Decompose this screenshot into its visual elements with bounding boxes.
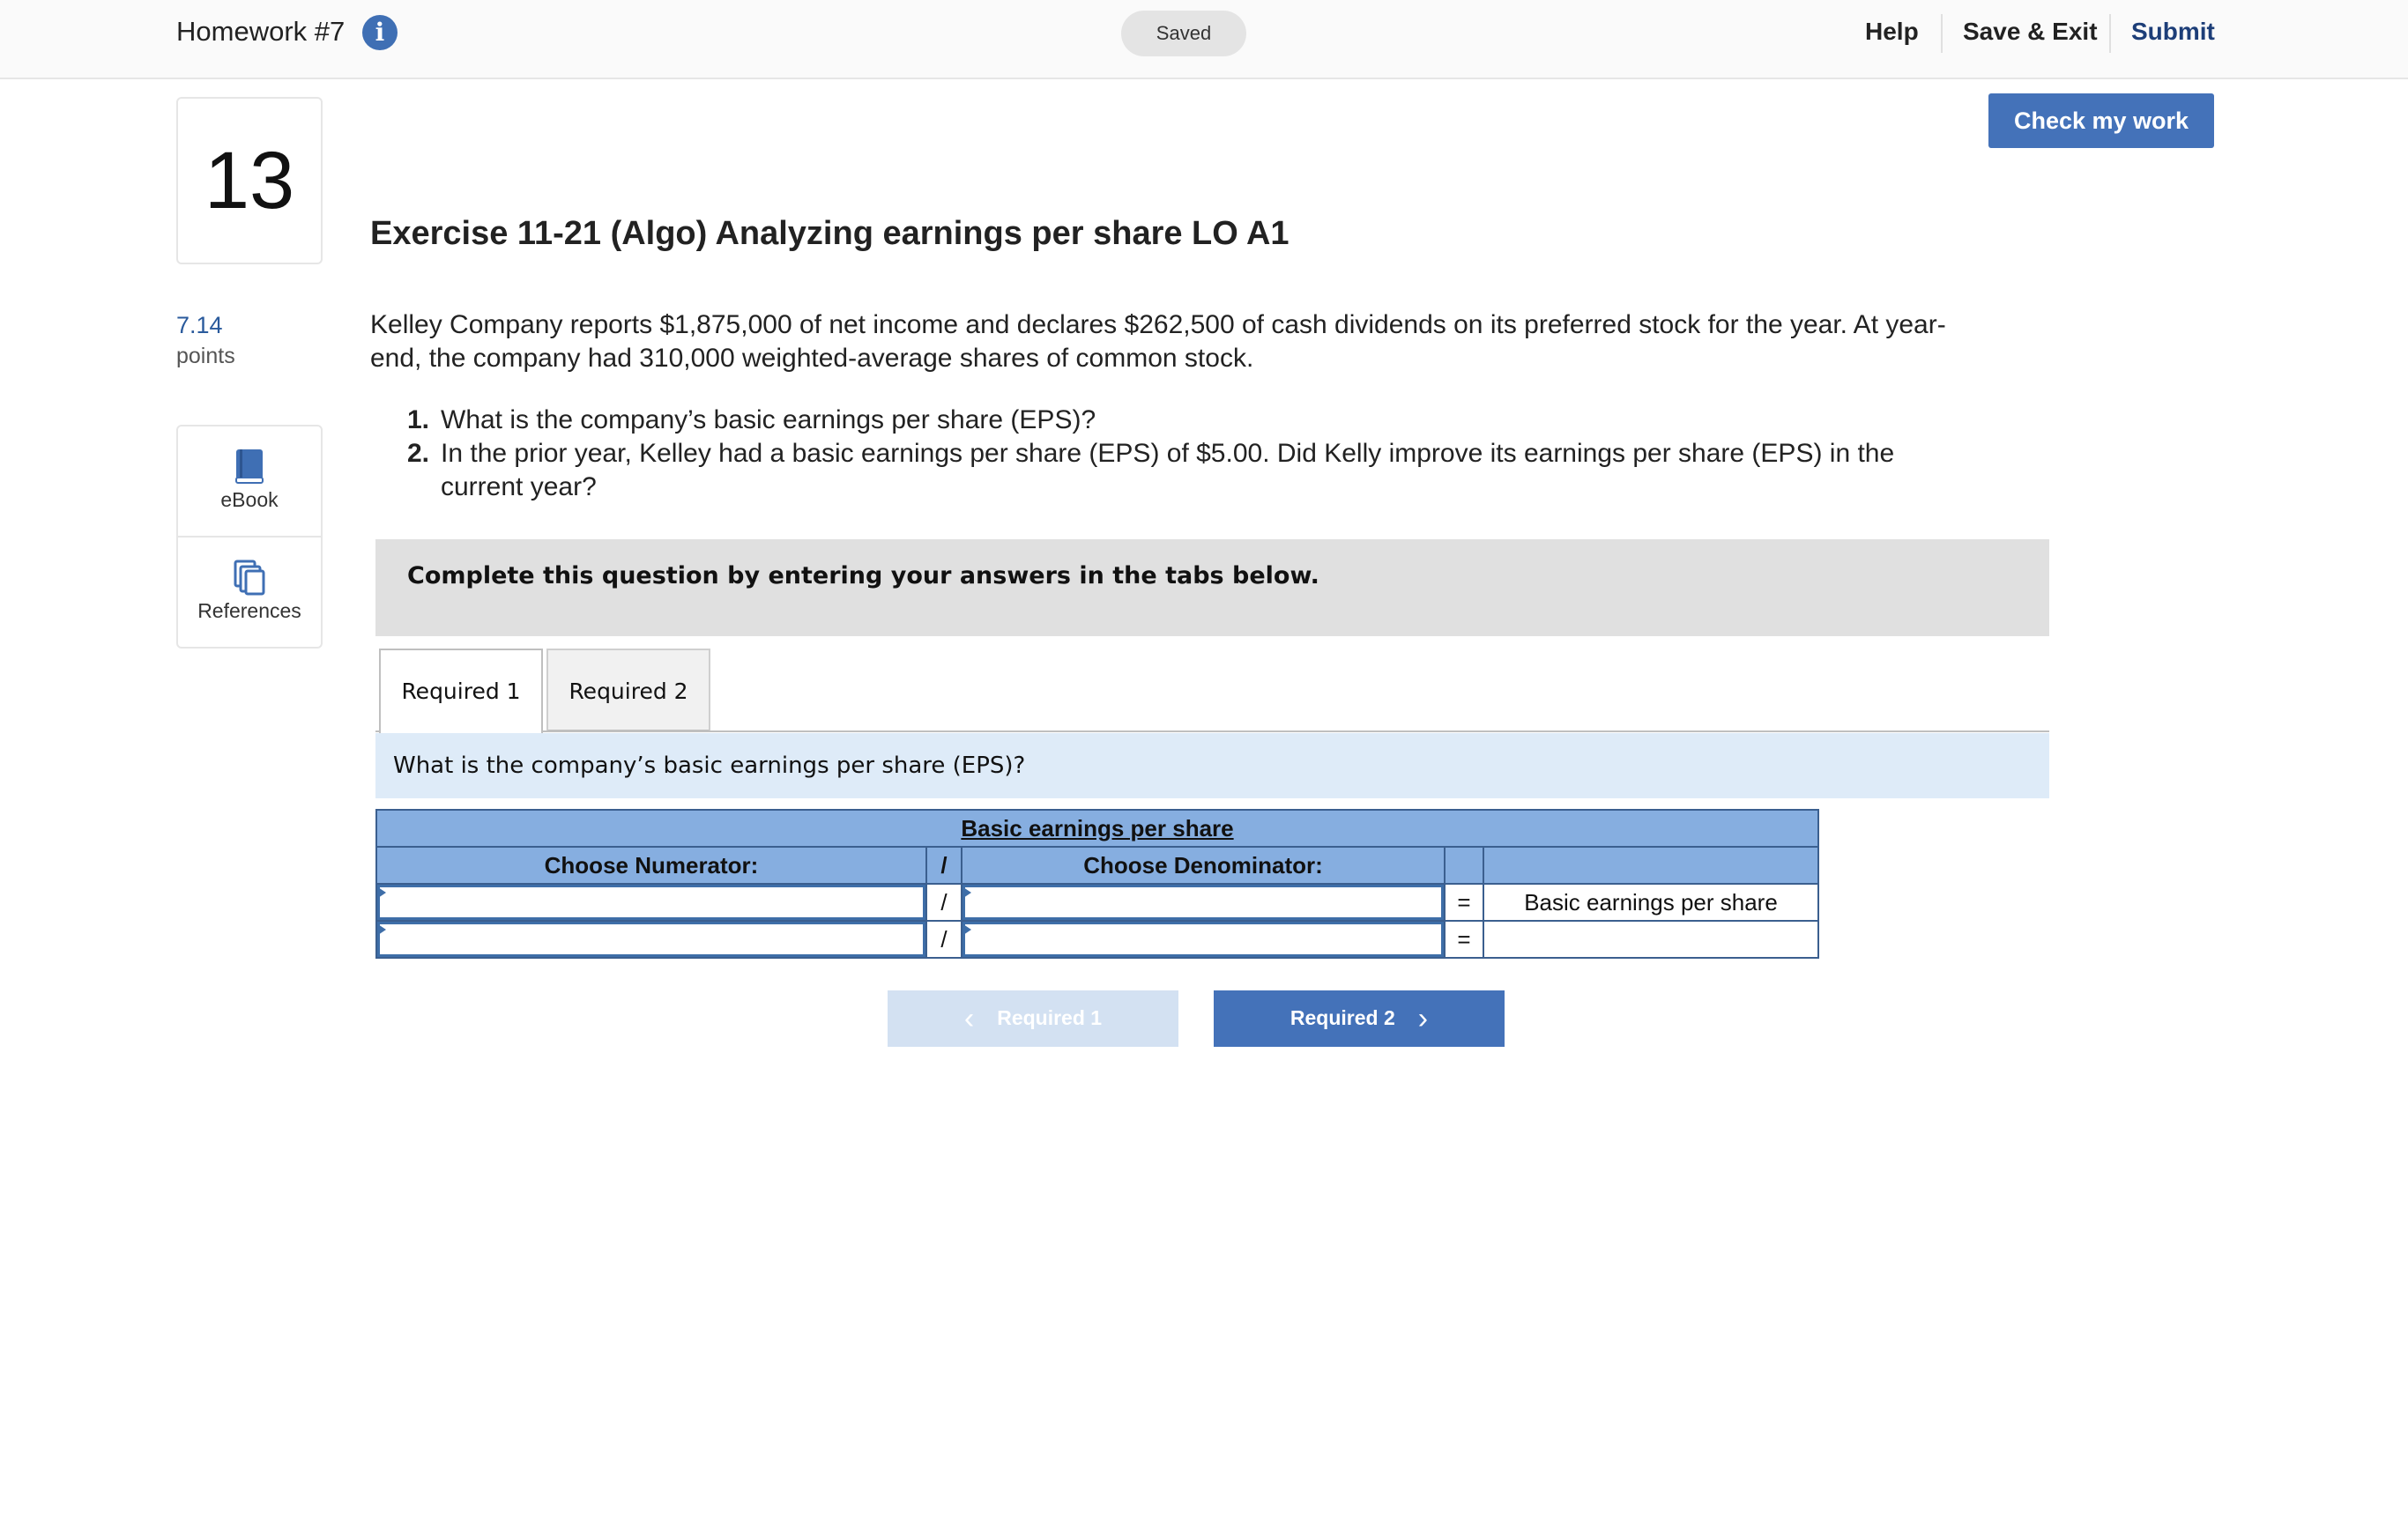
assignment-title: Homework #7 — [176, 16, 346, 47]
question-text: In the prior year, Kelley had a basic ea… — [441, 439, 1895, 501]
result-header — [1483, 846, 1819, 885]
next-required-label: Required 2 — [1289, 1005, 1395, 1029]
ebook-button[interactable]: eBook — [178, 426, 321, 538]
question-number: 13 — [176, 97, 323, 264]
chevron-left-icon: ‹ — [963, 1001, 975, 1035]
references-label: References — [197, 599, 301, 622]
save-exit-link[interactable]: Save & Exit — [1963, 16, 2098, 48]
references-button[interactable]: References — [178, 538, 321, 647]
divider — [375, 730, 379, 732]
divide-symbol: / — [925, 883, 962, 922]
info-icon[interactable]: i — [362, 15, 398, 50]
required-question-text: What is the company’s basic earnings per… — [393, 753, 1026, 779]
denominator-value-input[interactable] — [962, 922, 1444, 957]
dropdown-marker-icon — [378, 887, 386, 898]
instructions-text: Complete this question by entering your … — [407, 562, 1319, 589]
table-row: / = Basic earnings per share — [375, 883, 1819, 922]
divide-header: / — [925, 846, 962, 885]
denominator-header: Choose Denominator: — [961, 846, 1446, 885]
instructions-banner: Complete this question by entering your … — [375, 539, 2049, 636]
numerator-cell — [375, 920, 927, 959]
tools-panel: eBook References — [176, 425, 323, 649]
problem-statement: Kelley Company reports $1,875,000 of net… — [370, 310, 1946, 373]
exercise-title: Exercise 11-21 (Algo) Analyzing earnings… — [370, 215, 1289, 252]
save-status-badge: Saved — [1121, 11, 1246, 56]
denominator-dropdown-input[interactable] — [962, 885, 1444, 920]
result-value — [1483, 920, 1819, 959]
question-list: 1. What is the company’s basic earnings … — [370, 404, 1983, 504]
help-link[interactable]: Help — [1865, 16, 1919, 48]
numerator-dropdown-input[interactable] — [377, 885, 925, 920]
divider — [543, 730, 2049, 732]
dropdown-marker-icon — [963, 887, 971, 898]
table-caption: Basic earnings per share — [375, 809, 1819, 848]
equals-symbol: = — [1444, 920, 1484, 959]
chevron-right-icon: › — [1417, 1001, 1429, 1035]
result-label: Basic earnings per share — [1483, 883, 1819, 922]
question-number-label: 2. — [407, 439, 430, 468]
prev-required-button[interactable]: ‹ Required 1 — [888, 990, 1178, 1047]
numerator-header: Choose Numerator: — [375, 846, 927, 885]
list-item: 1. What is the company’s basic earnings … — [370, 404, 1983, 437]
divider — [2109, 14, 2111, 53]
required-question-band: What is the company’s basic earnings per… — [375, 733, 2049, 798]
tab-required-2[interactable]: Required 2 — [546, 649, 710, 731]
dropdown-marker-icon — [378, 924, 386, 935]
next-required-button[interactable]: Required 2 › — [1214, 990, 1505, 1047]
points-label: points — [176, 344, 235, 368]
equals-symbol: = — [1444, 883, 1484, 922]
denominator-cell — [961, 883, 1446, 922]
question-text: What is the company’s basic earnings per… — [441, 405, 1096, 434]
denominator-cell — [961, 920, 1446, 959]
eps-worksheet-table: Basic earnings per share Choose Numerato… — [375, 809, 1819, 959]
copy-icon — [234, 560, 265, 596]
check-my-work-button[interactable]: Check my work — [1988, 93, 2214, 148]
numerator-value-input[interactable] — [377, 922, 925, 957]
question-number-label: 1. — [407, 405, 430, 434]
book-icon — [235, 449, 264, 484]
prev-required-label: Required 1 — [997, 1005, 1103, 1029]
divide-symbol: / — [925, 920, 962, 959]
points-value: 7.14 — [176, 312, 223, 338]
top-bar: Homework #7 i Saved Help Save & Exit Sub… — [0, 0, 2408, 79]
tab-required-1[interactable]: Required 1 — [379, 649, 543, 733]
numerator-cell — [375, 883, 927, 922]
submit-link[interactable]: Submit — [2131, 16, 2215, 48]
divider — [1941, 14, 1943, 53]
ebook-label: eBook — [220, 488, 279, 511]
table-row: / = — [375, 920, 1819, 959]
dropdown-marker-icon — [963, 924, 971, 935]
equals-header — [1444, 846, 1484, 885]
list-item: 2. In the prior year, Kelley had a basic… — [370, 437, 1983, 504]
